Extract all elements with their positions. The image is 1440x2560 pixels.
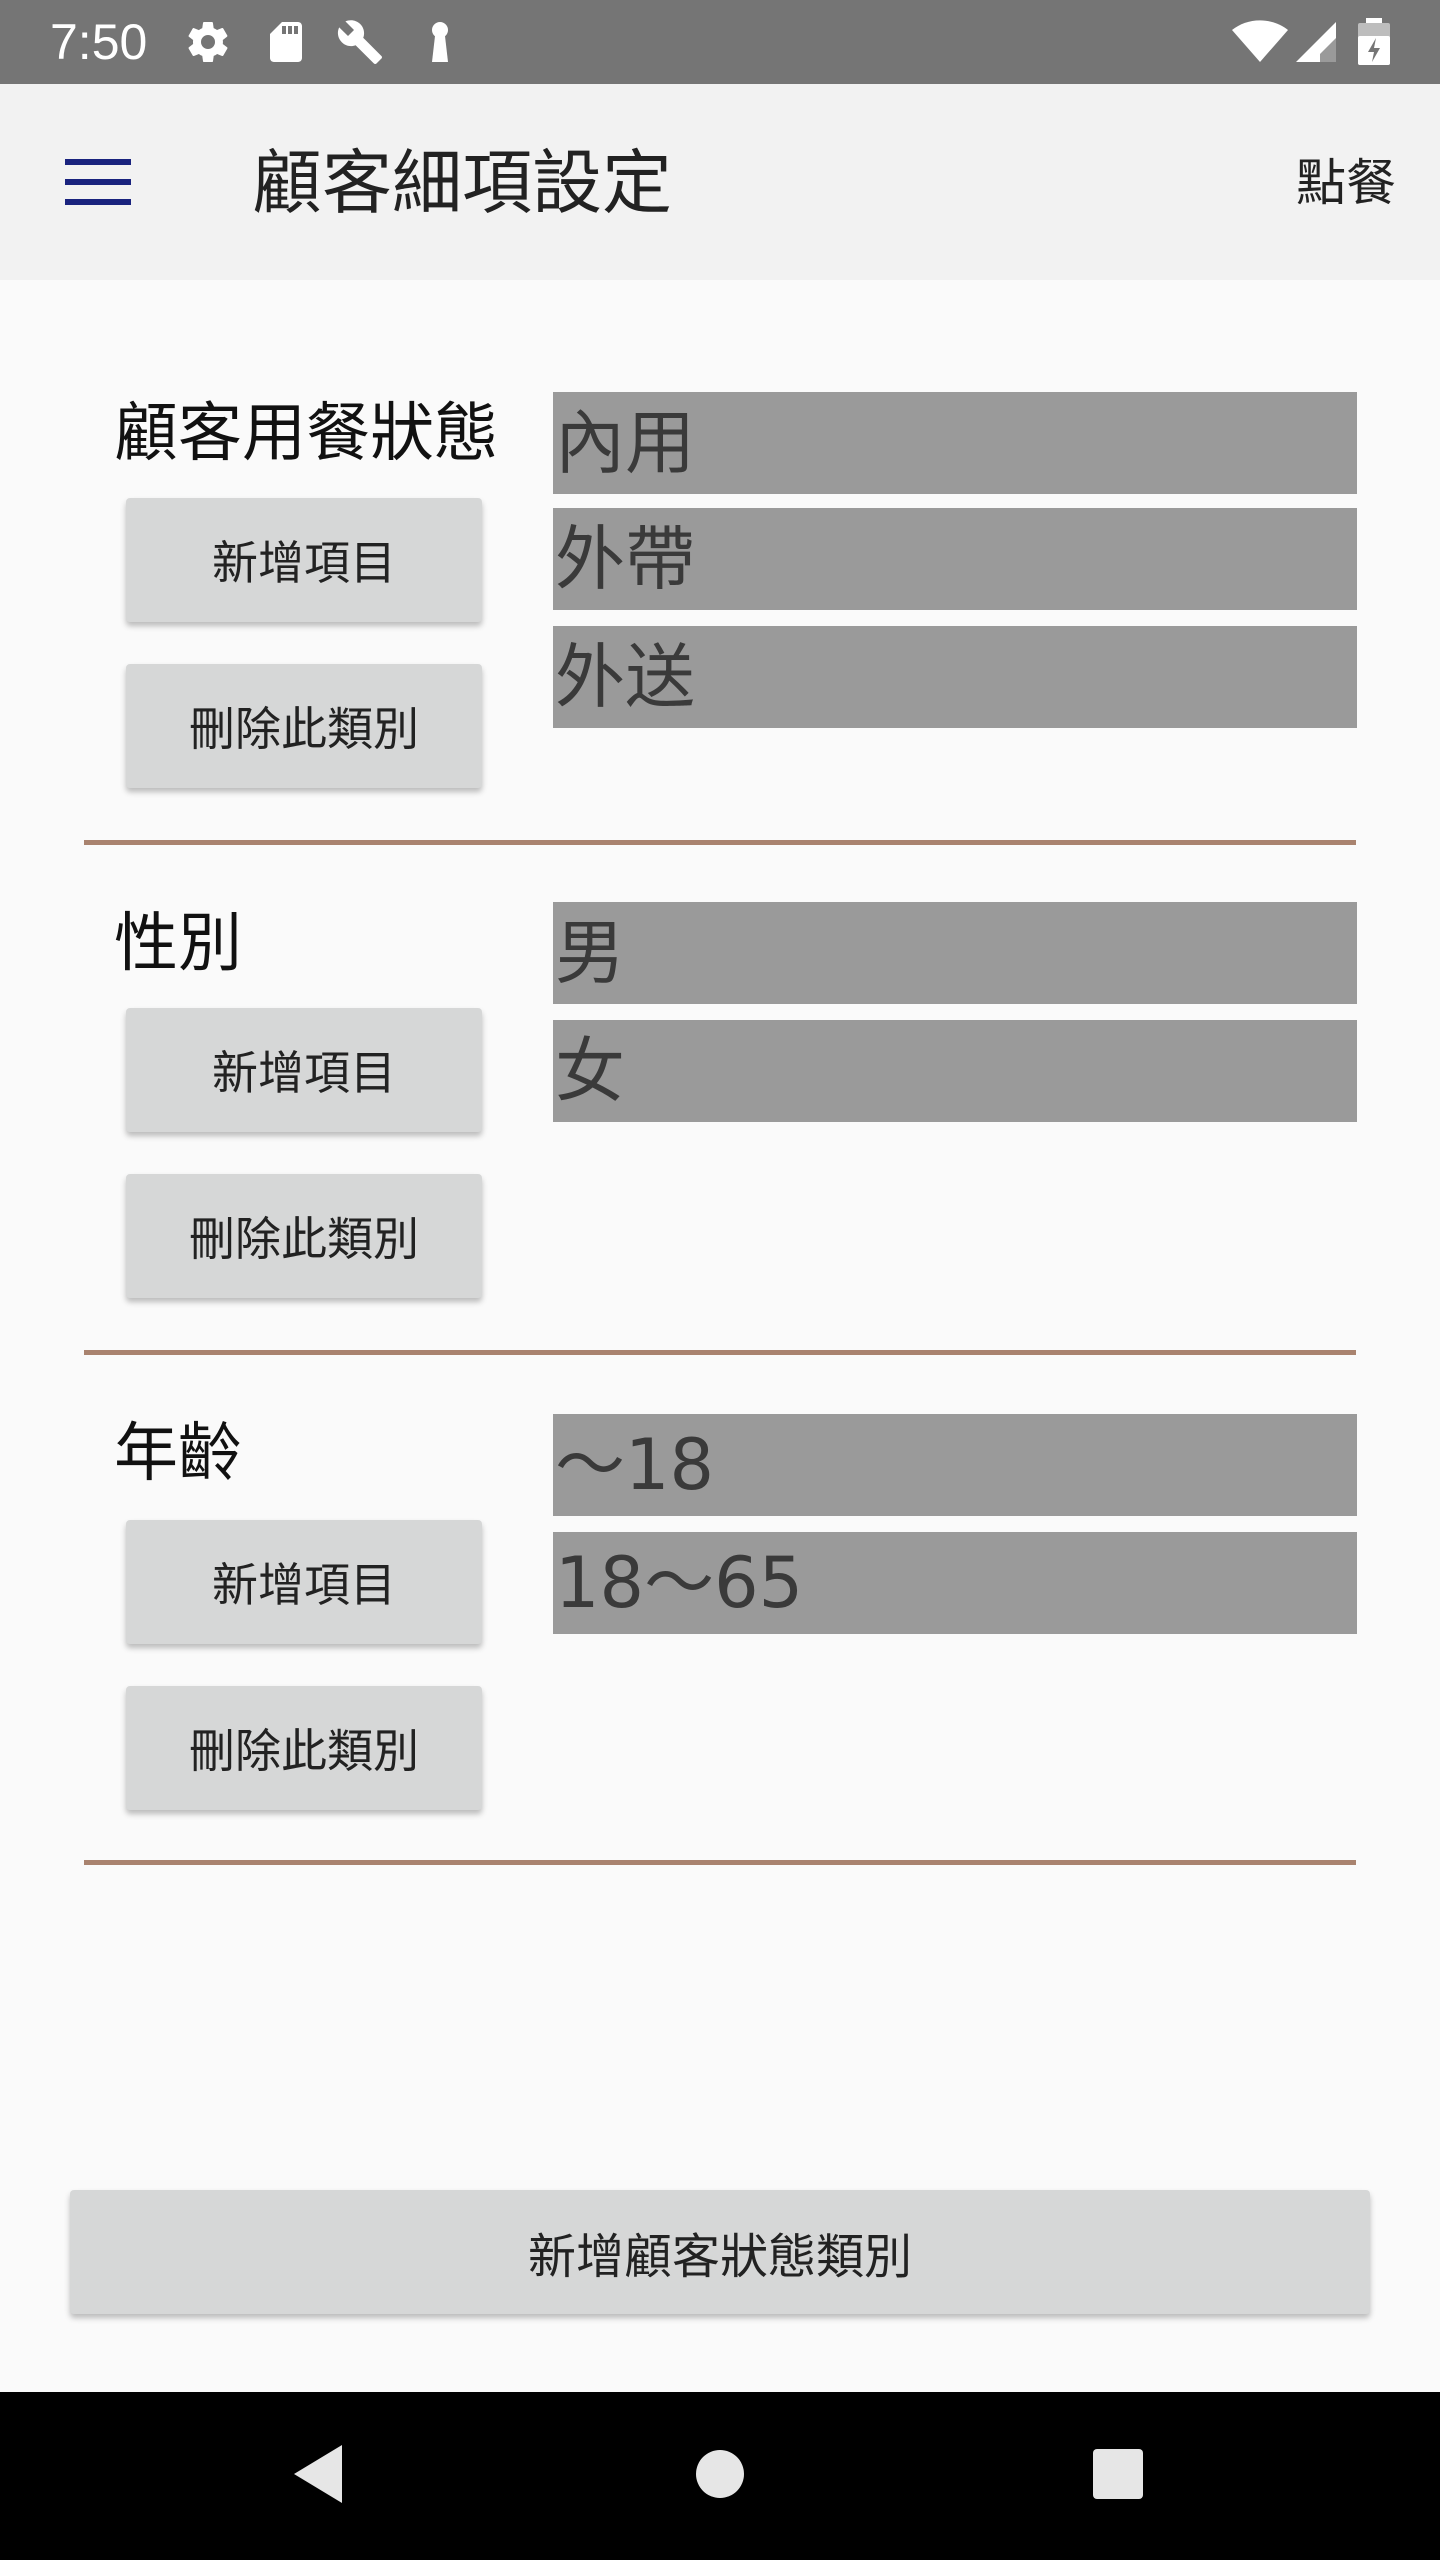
add-item-button[interactable]: 新增項目 bbox=[126, 1008, 482, 1132]
battery-icon bbox=[1356, 18, 1392, 66]
page-title: 顧客細項設定 bbox=[252, 142, 672, 224]
menu-button[interactable] bbox=[50, 142, 146, 226]
add-item-button[interactable]: 新增項目 bbox=[126, 1520, 482, 1644]
category-title: 顧客用餐狀態 bbox=[114, 397, 498, 471]
delete-category-button[interactable]: 刪除此類別 bbox=[126, 664, 482, 788]
add-item-button[interactable]: 新增項目 bbox=[126, 498, 482, 622]
category-item[interactable]: 外帶 bbox=[553, 508, 1357, 610]
navigation-bar bbox=[0, 2392, 1440, 2560]
category-item[interactable]: 外送 bbox=[553, 626, 1357, 728]
status-bar: 7:50 bbox=[0, 0, 1440, 84]
sd-card-icon bbox=[262, 18, 310, 66]
back-icon bbox=[290, 2443, 346, 2509]
category-item[interactable]: 18～65 bbox=[553, 1532, 1357, 1634]
status-time: 7:50 bbox=[50, 14, 148, 70]
section-divider bbox=[84, 1860, 1356, 1865]
settings-icon bbox=[184, 18, 232, 66]
cell-signal-icon bbox=[1292, 18, 1340, 66]
order-button[interactable]: 點餐 bbox=[1296, 150, 1396, 216]
category-title: 性別 bbox=[114, 907, 242, 981]
category-item[interactable]: 內用 bbox=[553, 392, 1357, 494]
delete-category-button[interactable]: 刪除此類別 bbox=[126, 1174, 482, 1298]
category-title: 年齡 bbox=[114, 1417, 242, 1491]
section-divider bbox=[84, 1350, 1356, 1355]
category-item[interactable]: 男 bbox=[553, 902, 1357, 1004]
keyhole-icon bbox=[416, 18, 464, 66]
delete-category-button[interactable]: 刪除此類別 bbox=[126, 1686, 482, 1810]
add-category-button[interactable]: 新增顧客狀態類別 bbox=[70, 2190, 1370, 2314]
hamburger-menu-icon bbox=[65, 157, 131, 211]
recents-button[interactable] bbox=[1078, 2436, 1158, 2516]
category-item[interactable]: 女 bbox=[553, 1020, 1357, 1122]
home-icon bbox=[694, 2448, 746, 2504]
wifi-icon bbox=[1232, 18, 1288, 66]
wrench-icon bbox=[336, 18, 384, 66]
category-item[interactable]: ～18 bbox=[553, 1414, 1357, 1516]
back-button[interactable] bbox=[278, 2436, 358, 2516]
home-button[interactable] bbox=[680, 2436, 760, 2516]
recents-icon bbox=[1091, 2447, 1145, 2505]
section-divider bbox=[84, 840, 1356, 845]
app-bar: 顧客細項設定 點餐 bbox=[0, 84, 1440, 280]
